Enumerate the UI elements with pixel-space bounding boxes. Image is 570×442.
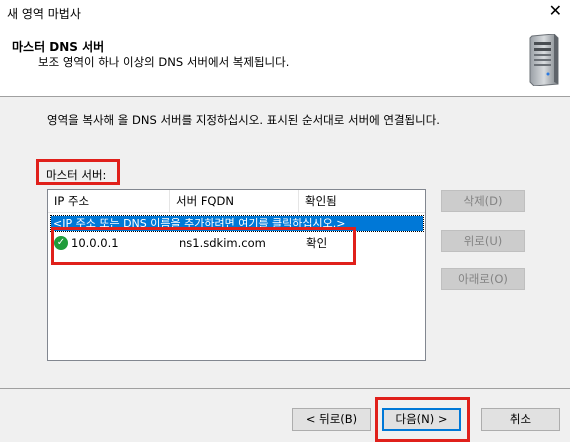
instruction-text: 영역을 복사해 올 DNS 서버를 지정하십시오. 표시된 순서대로 서버에 연… bbox=[47, 113, 440, 127]
highlight-box-master-label bbox=[36, 159, 120, 185]
column-server-fqdn[interactable]: 서버 FQDN bbox=[170, 190, 299, 212]
highlight-box-server-row bbox=[51, 227, 356, 265]
column-validated[interactable]: 확인됨 bbox=[299, 190, 425, 212]
highlight-box-next-button bbox=[375, 397, 470, 442]
page-title: 마스터 DNS 서버 bbox=[12, 40, 105, 54]
footer-divider bbox=[0, 388, 570, 389]
back-button[interactable]: < 뒤로(B) bbox=[292, 408, 371, 431]
title-bar: 새 영역 마법사 ✕ bbox=[0, 0, 570, 26]
move-up-button[interactable]: 위로(U) bbox=[441, 230, 525, 252]
window-title: 새 영역 마법사 bbox=[7, 7, 81, 21]
close-icon[interactable]: ✕ bbox=[549, 2, 562, 20]
delete-button[interactable]: 삭제(D) bbox=[441, 190, 525, 212]
cancel-button[interactable]: 취소 bbox=[481, 408, 560, 431]
master-servers-list[interactable]: IP 주소 서버 FQDN 확인됨 <IP 주소 또는 DNS 이름을 추가하려… bbox=[47, 189, 426, 361]
list-header: IP 주소 서버 FQDN 확인됨 bbox=[48, 190, 425, 213]
move-down-button[interactable]: 아래로(O) bbox=[441, 268, 525, 290]
page-subtitle: 보조 영역이 하나 이상의 DNS 서버에서 복제됩니다. bbox=[38, 55, 290, 69]
server-icon bbox=[529, 34, 559, 86]
column-ip-address[interactable]: IP 주소 bbox=[48, 190, 170, 212]
wizard-header: 마스터 DNS 서버 보조 영역이 하나 이상의 DNS 서버에서 복제됩니다. bbox=[0, 26, 570, 97]
